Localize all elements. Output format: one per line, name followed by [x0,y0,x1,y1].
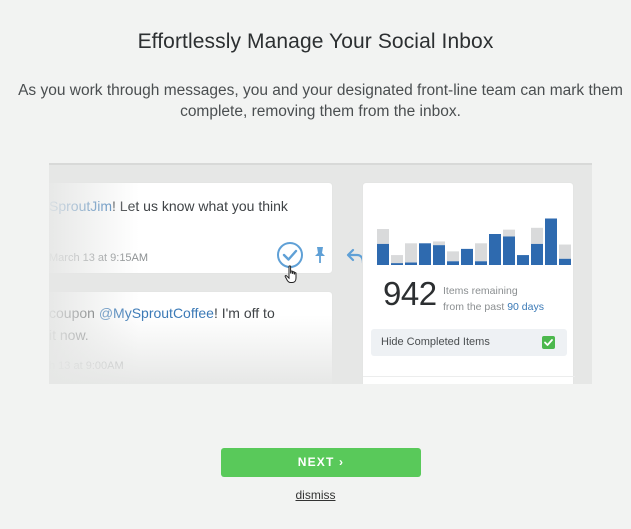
next-button[interactable]: NEXT › [221,448,421,477]
hide-completed-toggle[interactable]: Hide Completed Items [371,329,567,356]
bar-remaining [559,244,571,259]
bar-remaining [391,255,403,264]
bar-remaining [405,243,417,263]
bar-remaining [447,251,459,262]
message-body: ! I'm off to [213,305,275,321]
completion-bar-chart [377,218,571,265]
bar-completed [433,245,445,265]
period-days: 90 days [507,301,544,313]
bar-completed [559,258,571,265]
bar-completed [419,243,431,265]
message-body: coupon [49,305,99,321]
bar-remaining [531,227,543,244]
bar-completed [531,243,543,265]
stats-panel: 942 Items remaining from the past 90 day… [362,182,575,384]
page-subtitle: As you work through messages, you and yo… [18,82,623,120]
bar-completed [503,236,515,265]
message-timestamp: h 13 at 9:00AM [49,360,124,372]
bar-completed [545,218,557,265]
bar-remaining [503,229,515,237]
bar-completed [489,234,501,265]
message-text: SproutJim! Let us know what you think [49,195,334,217]
message-timestamp: March 13 at 9:15AM [49,252,149,264]
bar-completed [377,243,389,265]
bar-completed [461,248,473,265]
bar-remaining [475,243,487,262]
bar-remaining [433,241,445,246]
items-remaining-label: Items remaining from the past 90 days [443,283,544,315]
message-body-line2: it now. [49,327,89,343]
page-title: Effortlessly Manage Your Social Inbox [137,30,494,53]
items-remaining-text: Items remaining [443,285,518,297]
bar-completed [447,261,459,265]
hand-cursor-icon [284,265,300,290]
divider [363,376,575,377]
message-card: SproutJim! Let us know what you think Ma… [49,182,334,283]
feature-illustration: SproutJim! Let us know what you think Ma… [49,163,592,384]
items-remaining-count: 942 [383,275,437,312]
message-text: coupon @MySproutCoffee! I'm off to it now… [49,302,334,346]
bar-completed [517,255,529,265]
pin-icon[interactable] [312,245,328,270]
bar-completed [475,261,487,265]
items-remaining-period: from the past [443,301,508,313]
checkbox-checked-icon[interactable] [542,336,555,349]
bar-completed [405,262,417,265]
message-mention: @MySproutCoffee [98,305,214,321]
bar-completed [391,263,403,265]
bar-remaining [377,229,389,244]
hide-completed-label: Hide Completed Items [381,336,490,348]
message-card: coupon @MySproutCoffee! I'm off to it now… [49,291,333,384]
message-body: ! Let us know what you think [112,198,288,214]
dismiss-link[interactable]: dismiss [0,488,631,502]
message-mention: SproutJim [49,198,113,214]
